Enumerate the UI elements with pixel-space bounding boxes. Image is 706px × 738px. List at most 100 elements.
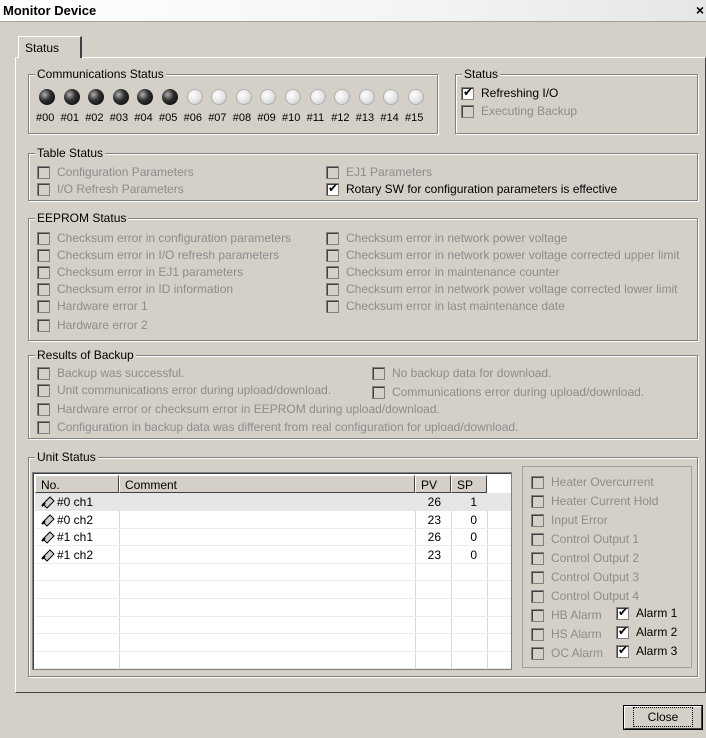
eeprom-checkbox[interactable]: Hardware error 2 xyxy=(37,318,148,332)
node-label: #07 xyxy=(208,112,227,124)
table-status-legend: Table Status xyxy=(35,146,106,160)
checkbox-box xyxy=(37,383,50,397)
checkbox-box xyxy=(531,551,544,565)
unit-flag-checkbox[interactable]: Control Output 1 xyxy=(531,532,639,546)
table-row[interactable]: #0 ch2 23 0 xyxy=(35,511,511,529)
column-header-sp[interactable]: SP xyxy=(451,475,487,493)
column-header-no[interactable]: No. xyxy=(35,475,119,493)
checkbox-box xyxy=(326,248,339,262)
checkbox-box: ✔ xyxy=(461,85,474,100)
checkbox-label: Alarm 3 xyxy=(636,644,678,658)
unit-flag-checkbox[interactable]: HB Alarm xyxy=(531,608,602,622)
node-status-led xyxy=(39,89,55,105)
checkbox-box xyxy=(37,248,50,262)
eeprom-checkbox[interactable]: Checksum error in ID information xyxy=(37,282,233,296)
row-no: #0 ch1 xyxy=(57,495,94,509)
unit-flag-checkbox[interactable]: OC Alarm xyxy=(531,646,603,660)
unit-flag-checkbox[interactable]: Heater Current Hold xyxy=(531,494,658,508)
eeprom-checkbox[interactable]: Hardware error 1 xyxy=(37,299,148,313)
node-label: #02 xyxy=(85,112,104,124)
checkbox-label: Checksum error in ID information xyxy=(57,282,234,296)
node-status-led xyxy=(112,89,129,105)
communications-status-group: Communications Status xyxy=(28,67,438,134)
node-label: #08 xyxy=(232,112,252,124)
checkbox-label: Checksum error in network power voltage xyxy=(346,231,568,245)
refreshing-io-checkbox[interactable]: ✔ Refreshing I/O xyxy=(461,85,558,100)
row-sp: 0 xyxy=(470,530,477,545)
checkbox-box xyxy=(37,299,50,313)
node-label: #13 xyxy=(355,112,375,124)
monitor-device-dialog: Monitor Device × Status Communications S… xyxy=(0,0,706,738)
node-status-led xyxy=(63,89,80,105)
title-bar[interactable]: Monitor Device × xyxy=(0,0,706,22)
checkbox-label: No backup data for download. xyxy=(392,366,552,380)
checkbox-label: Checksum error in maintenance counter xyxy=(346,265,560,279)
unit-flag-checkbox[interactable]: ✔ Alarm 3 xyxy=(616,643,678,658)
unit-flag-checkbox[interactable]: Control Output 4 xyxy=(531,589,639,603)
eeprom-checkbox[interactable]: Checksum error in maintenance counter xyxy=(326,265,559,279)
tab-status[interactable]: Status xyxy=(18,36,82,58)
close-icon[interactable]: × xyxy=(696,2,704,18)
unit-flag-checkbox[interactable]: Control Output 2 xyxy=(531,551,639,565)
column-header-comment[interactable]: Comment xyxy=(119,475,415,493)
checkbox-box: ✔ xyxy=(616,643,629,658)
checkbox-box xyxy=(531,475,544,489)
backup-successful-checkbox[interactable]: Backup was successful. xyxy=(37,366,184,380)
unit-flag-checkbox[interactable]: Input Error xyxy=(531,513,608,527)
eeprom-checkbox[interactable]: Checksum error in last maintenance date xyxy=(326,299,565,313)
unit-flag-checkbox[interactable]: ✔ Alarm 2 xyxy=(616,624,677,639)
row-no: #1 ch2 xyxy=(57,547,94,562)
configuration-parameters-checkbox[interactable]: Configuration Parameters xyxy=(37,165,194,179)
checkbox-label: Backup was successful. xyxy=(57,366,185,380)
hardware-error-checkbox[interactable]: Hardware error or checksum error in EEPR… xyxy=(37,402,440,416)
eeprom-checkbox[interactable]: Checksum error in network power voltage xyxy=(326,231,567,245)
checkmark-icon: ✔ xyxy=(328,180,339,195)
checkbox-box xyxy=(531,589,544,603)
grid-line xyxy=(35,668,511,669)
column-header-pv[interactable]: PV xyxy=(415,475,451,493)
checkbox-label: Executing Backup xyxy=(481,104,578,118)
table-row[interactable]: #1 ch2 23 0 xyxy=(35,546,511,564)
eeprom-checkbox[interactable]: Checksum error in network power voltage … xyxy=(326,282,677,296)
row-sp: 1 xyxy=(470,495,477,509)
executing-backup-checkbox[interactable]: Executing Backup xyxy=(461,104,577,118)
row-sp: 0 xyxy=(470,512,477,527)
checkbox-label: EJ1 Parameters xyxy=(346,165,433,179)
checkbox-box xyxy=(531,532,544,546)
checkbox-box xyxy=(372,366,385,380)
config-mismatch-checkbox[interactable]: Configuration in backup data was differe… xyxy=(37,420,518,434)
eeprom-checkbox[interactable]: Checksum error in I/O refresh parameters xyxy=(37,248,279,262)
close-button[interactable]: Close xyxy=(624,706,702,729)
unit-flag-checkbox[interactable]: Control Output 3 xyxy=(531,570,639,584)
checkbox-box xyxy=(37,265,50,279)
checkbox-box xyxy=(326,165,339,179)
unit-flag-checkbox[interactable]: HS Alarm xyxy=(531,627,602,641)
row-pv: 23 xyxy=(427,512,441,527)
node-status-led xyxy=(186,89,203,105)
ej1-parameters-checkbox[interactable]: EJ1 Parameters xyxy=(326,165,432,179)
checkbox-label: Rotary SW for configuration parameters i… xyxy=(346,182,618,196)
checkbox-box xyxy=(326,265,339,279)
checkbox-label: Control Output 3 xyxy=(551,570,640,584)
checkbox-label: Input Error xyxy=(551,513,608,527)
eeprom-checkbox[interactable]: Checksum error in EJ1 parameters xyxy=(37,265,243,279)
table-row[interactable]: #1 ch1 26 0 xyxy=(35,528,511,546)
eeprom-checkbox[interactable]: Checksum error in configuration paramete… xyxy=(37,231,291,245)
node-status-led xyxy=(309,89,326,105)
row-no: #1 ch1 xyxy=(57,530,94,545)
eeprom-checkbox[interactable]: Checksum error in network power voltage … xyxy=(326,248,679,262)
node-label: #05 xyxy=(159,112,178,124)
node-status-led xyxy=(162,89,178,105)
no-backup-data-checkbox[interactable]: No backup data for download. xyxy=(372,366,551,380)
rotary-sw-checkbox[interactable]: ✔ Rotary SW for configuration parameters … xyxy=(326,180,618,196)
unit-flag-checkbox[interactable]: ✔ Alarm 1 xyxy=(616,605,677,620)
checkbox-label: Checksum error in last maintenance date xyxy=(346,299,565,313)
checkbox-box: ✔ xyxy=(326,180,339,196)
table-row[interactable]: #0 ch1 26 1 xyxy=(35,493,511,511)
checkbox-box xyxy=(37,420,50,434)
comm-error-checkbox[interactable]: Communications error during upload/downl… xyxy=(372,385,644,399)
unit-status-list[interactable]: No. Comment PV SP #0 ch1 26 1 #0 ch2 23 0 #1 c… xyxy=(32,472,512,670)
unit-flag-checkbox[interactable]: Heater Overcurrent xyxy=(531,475,654,489)
unit-comm-error-checkbox[interactable]: Unit communications error during upload/… xyxy=(37,383,331,397)
io-refresh-parameters-checkbox[interactable]: I/O Refresh Parameters xyxy=(37,182,184,196)
